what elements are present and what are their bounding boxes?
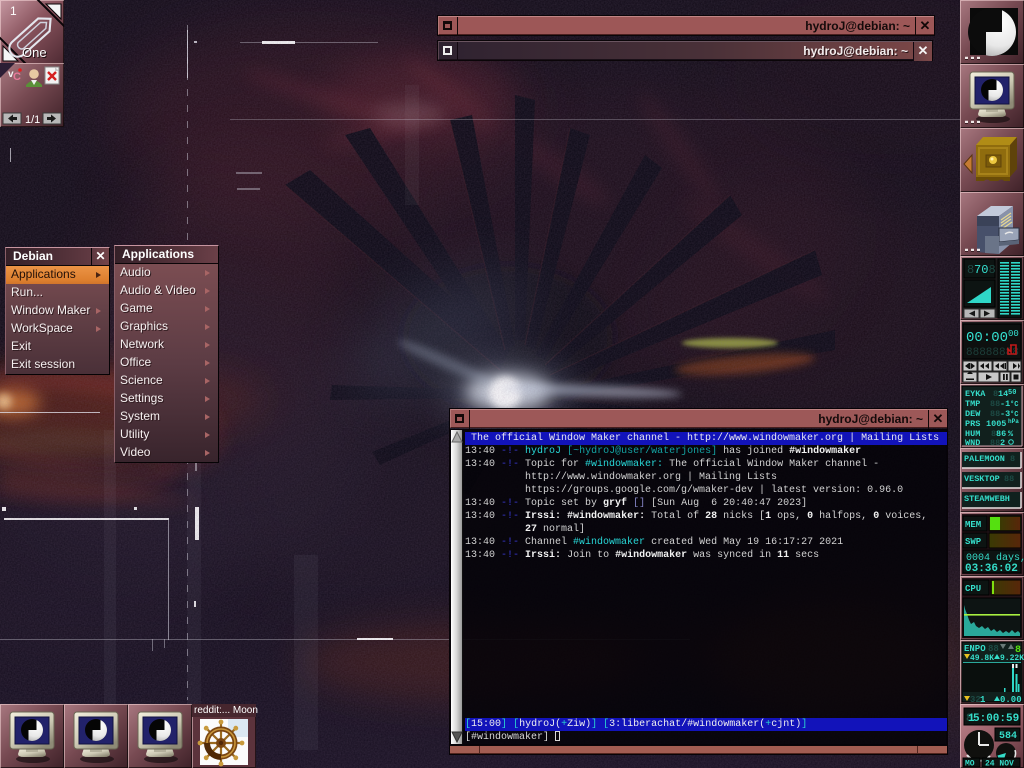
- svg-text:9.22K: 9.22K: [1000, 654, 1024, 663]
- svg-text:TMP: TMP: [965, 399, 980, 409]
- svg-text:88: 88: [990, 438, 1000, 448]
- svg-text:1: 1: [10, 4, 17, 18]
- svg-text:50: 50: [1008, 389, 1016, 397]
- svg-text:88: 88: [988, 644, 999, 654]
- svg-text:PALEMOON: PALEMOON: [964, 454, 1005, 464]
- svg-text:WND: WND: [965, 438, 980, 448]
- svg-text:88: 88: [990, 399, 1000, 409]
- svg-text:00:00: 00:00: [966, 330, 1008, 346]
- svg-text:00: 00: [1008, 329, 1019, 339]
- svg-text:88: 88: [990, 409, 1000, 419]
- svg-text:88: 88: [1004, 474, 1014, 484]
- svg-text:VESKTOP: VESKTOP: [964, 474, 1000, 484]
- svg-text:1/1: 1/1: [25, 114, 40, 126]
- svg-text:MEM: MEM: [965, 520, 981, 530]
- svg-text:49.8K: 49.8K: [970, 654, 994, 663]
- svg-text:0.00: 0.00: [1000, 695, 1022, 704]
- svg-text:MO: MO: [965, 760, 975, 768]
- svg-text:-1: -1: [1000, 399, 1010, 409]
- svg-text:5:00:59: 5:00:59: [973, 713, 1019, 725]
- svg-text:PRS: PRS: [965, 419, 980, 429]
- svg-text:SWP: SWP: [965, 537, 982, 547]
- svg-text:03:36:02: 03:36:02: [965, 563, 1018, 575]
- svg-text:%: %: [1008, 429, 1014, 439]
- svg-text:70: 70: [974, 263, 988, 277]
- svg-text:DEW: DEW: [965, 409, 981, 419]
- svg-text:2: 2: [1000, 438, 1005, 448]
- svg-text:14: 14: [998, 389, 1008, 399]
- svg-text:EYKA: EYKA: [965, 389, 986, 399]
- svg-text:584: 584: [999, 731, 1017, 742]
- svg-text:8: 8: [1010, 454, 1015, 464]
- svg-text:hPa: hPa: [1008, 418, 1019, 425]
- svg-text:24 NOV: 24 NOV: [985, 760, 1014, 768]
- svg-text:1005: 1005: [986, 419, 1006, 429]
- svg-text:STEAMWEBH: STEAMWEBH: [964, 494, 1010, 504]
- svg-text:CPU: CPU: [965, 584, 981, 594]
- svg-text:°C: °C: [1010, 400, 1018, 409]
- svg-text:8: 8: [989, 263, 996, 277]
- svg-text:1: 1: [980, 695, 986, 704]
- svg-text:C: C: [13, 71, 21, 83]
- svg-text:ENPO: ENPO: [964, 644, 986, 654]
- svg-text:One: One: [22, 45, 47, 60]
